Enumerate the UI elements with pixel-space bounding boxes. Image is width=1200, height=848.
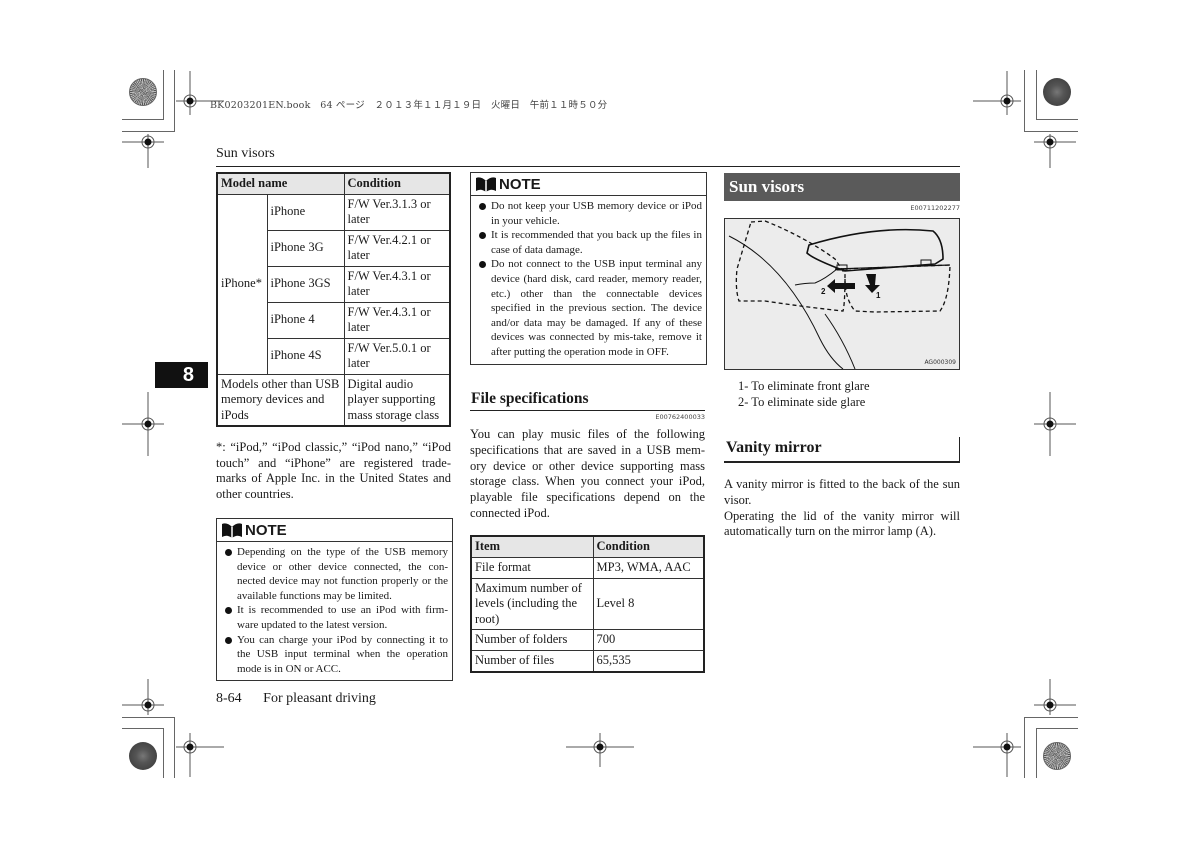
side-position-outline bbox=[735, 220, 846, 312]
note-item: Do not keep your USB memory device or iP… bbox=[475, 199, 702, 228]
bullet-icon bbox=[225, 607, 232, 615]
bullet-icon bbox=[225, 636, 232, 644]
note-box: NOTE Depending on the type of the USB me… bbox=[216, 518, 453, 682]
section-code: E00711202277 bbox=[910, 204, 960, 212]
running-title: Sun visors bbox=[216, 146, 275, 161]
table-row: Models other than USB memory devices and… bbox=[216, 373, 451, 427]
paragraph: Operating the lid of the vanity mirror w… bbox=[724, 508, 960, 539]
figure-label: 2 bbox=[821, 287, 826, 296]
pillar-line bbox=[728, 235, 844, 370]
crosshair-icon bbox=[122, 134, 164, 168]
note-title: NOTE bbox=[245, 521, 287, 539]
bullet-icon bbox=[479, 203, 486, 210]
section-heading: File specifications bbox=[471, 390, 589, 407]
crosshair-icon bbox=[973, 733, 1021, 777]
model-cell: iPhone 3G bbox=[266, 229, 345, 267]
page-number: 8-64 bbox=[216, 691, 242, 706]
chapter-name: For pleasant driving bbox=[263, 691, 376, 706]
book-note-icon bbox=[476, 177, 496, 192]
pillar-line bbox=[824, 313, 856, 370]
note-title: NOTE bbox=[499, 175, 541, 193]
sun-visor-illustration: 1 2 AG000309 bbox=[724, 218, 960, 370]
page-footer: 8-64 For pleasant driving bbox=[216, 691, 376, 707]
section-code: E00762400033 bbox=[655, 413, 705, 421]
table-header-row: Model name Condition bbox=[216, 172, 451, 195]
item-cell: Number of folders bbox=[470, 629, 594, 651]
condition-cell: MP3, WMA, AAC bbox=[592, 556, 705, 579]
column-header: Condition bbox=[343, 172, 451, 195]
note-item: Do not connect to the USB input terminal… bbox=[475, 257, 702, 359]
arrow-left-icon bbox=[827, 279, 855, 293]
file-spec-table: Item Condition File format MP3, WMA, AAC… bbox=[470, 535, 705, 673]
table-row: Number of files 65,535 bbox=[470, 650, 705, 673]
item-cell: File format bbox=[470, 556, 594, 579]
bullet-icon bbox=[479, 261, 486, 269]
column-header: Item bbox=[470, 535, 594, 558]
table-row: iPhone* iPhone F/W Ver.3.1.3 or later bbox=[216, 193, 451, 375]
paragraph: A vanity mirror is fitted to the back of… bbox=[724, 477, 960, 507]
legend-item: 2- To eliminate side glare bbox=[738, 395, 866, 409]
group-label: iPhone* bbox=[216, 193, 268, 375]
figure-legend: 1- To eliminate front glare 2- To elimin… bbox=[738, 378, 870, 410]
note-item: Depending on the type of the USB memory … bbox=[221, 545, 448, 603]
model-compatibility-table: Model name Condition iPhone* iPhone F/W … bbox=[216, 172, 451, 427]
condition-cell: Digital audio player supporting mass sto… bbox=[343, 373, 451, 427]
section-banner: Sun visors bbox=[724, 173, 960, 201]
note-item: It is recommended to use an iPod with fi… bbox=[221, 603, 448, 632]
model-cell: iPhone 4S bbox=[266, 337, 345, 375]
condition-cell: Level 8 bbox=[592, 577, 705, 630]
header-rule bbox=[216, 166, 960, 167]
chapter-tab: 8 bbox=[155, 362, 208, 388]
condition-cell: F/W Ver.4.3.1 or later bbox=[343, 265, 451, 303]
model-cell: iPhone 3GS bbox=[266, 265, 345, 303]
item-cell: Number of files bbox=[470, 650, 594, 673]
condition-cell: F/W Ver.4.2.1 or later bbox=[343, 229, 451, 267]
crosshair-icon bbox=[1034, 679, 1076, 715]
table-row: Maximum number of levels (including the … bbox=[470, 577, 705, 630]
condition-cell: F/W Ver.4.3.1 or later bbox=[343, 301, 451, 339]
item-cell: Maximum number of levels (including the … bbox=[470, 577, 594, 630]
note-list: Depending on the type of the USB memory … bbox=[217, 542, 452, 680]
crosshair-icon bbox=[122, 679, 164, 715]
column-header: Model name bbox=[216, 172, 345, 195]
figure-label: 1 bbox=[876, 291, 881, 300]
registration-targets bbox=[122, 71, 1076, 777]
heading-rule bbox=[470, 410, 705, 411]
table-header-row: Item Condition bbox=[470, 535, 705, 558]
figure-code: AG000309 bbox=[924, 359, 956, 366]
sun-visor-drawing: 1 2 bbox=[728, 220, 951, 370]
bullet-icon bbox=[225, 549, 232, 556]
bullet-icon bbox=[479, 232, 486, 240]
crosshair-icon bbox=[1034, 392, 1076, 456]
section-body: A vanity mirror is fitted to the back of… bbox=[724, 477, 960, 540]
table-row: File format MP3, WMA, AAC bbox=[470, 556, 705, 579]
book-metadata: BK0203201EN.book 64 ページ ２０１３年１１月１９日 火曜日 … bbox=[210, 100, 608, 111]
front-position-outline bbox=[839, 264, 951, 313]
note-list: Do not keep your USB memory device or iP… bbox=[471, 196, 706, 364]
table-row: Number of folders 700 bbox=[470, 629, 705, 651]
model-cell: Models other than USB memory devices and… bbox=[216, 373, 345, 427]
crosshair-icon bbox=[566, 733, 634, 767]
crosshair-icon bbox=[1034, 134, 1076, 168]
book-note-icon bbox=[222, 523, 242, 538]
note-box: NOTE Do not keep your USB memory device … bbox=[470, 172, 707, 365]
condition-cell: 65,535 bbox=[592, 650, 705, 673]
crosshair-icon bbox=[973, 71, 1021, 115]
note-item: It is recommended that you back up the f… bbox=[475, 228, 702, 257]
condition-cell: F/W Ver.3.1.3 or later bbox=[343, 193, 451, 231]
note-header: NOTE bbox=[471, 173, 706, 196]
section-body: You can play music files of the followin… bbox=[470, 427, 705, 520]
column-header: Condition bbox=[592, 535, 705, 558]
section-heading: Vanity mirror bbox=[724, 437, 960, 463]
legend-item: 1- To eliminate front glare bbox=[738, 379, 870, 393]
note-header: NOTE bbox=[217, 519, 452, 542]
crosshair-icon bbox=[176, 733, 224, 777]
trademark-footnote: *: “iPod,” “iPod classic,” “iPod nano,” … bbox=[216, 440, 451, 501]
condition-cell: 700 bbox=[592, 629, 705, 651]
model-cell: iPhone bbox=[266, 193, 345, 231]
note-item: You can charge your iPod by connecting i… bbox=[221, 633, 448, 677]
crosshair-icon bbox=[122, 392, 164, 456]
condition-cell: F/W Ver.5.0.1 or later bbox=[343, 337, 451, 375]
model-cell: iPhone 4 bbox=[266, 301, 345, 339]
